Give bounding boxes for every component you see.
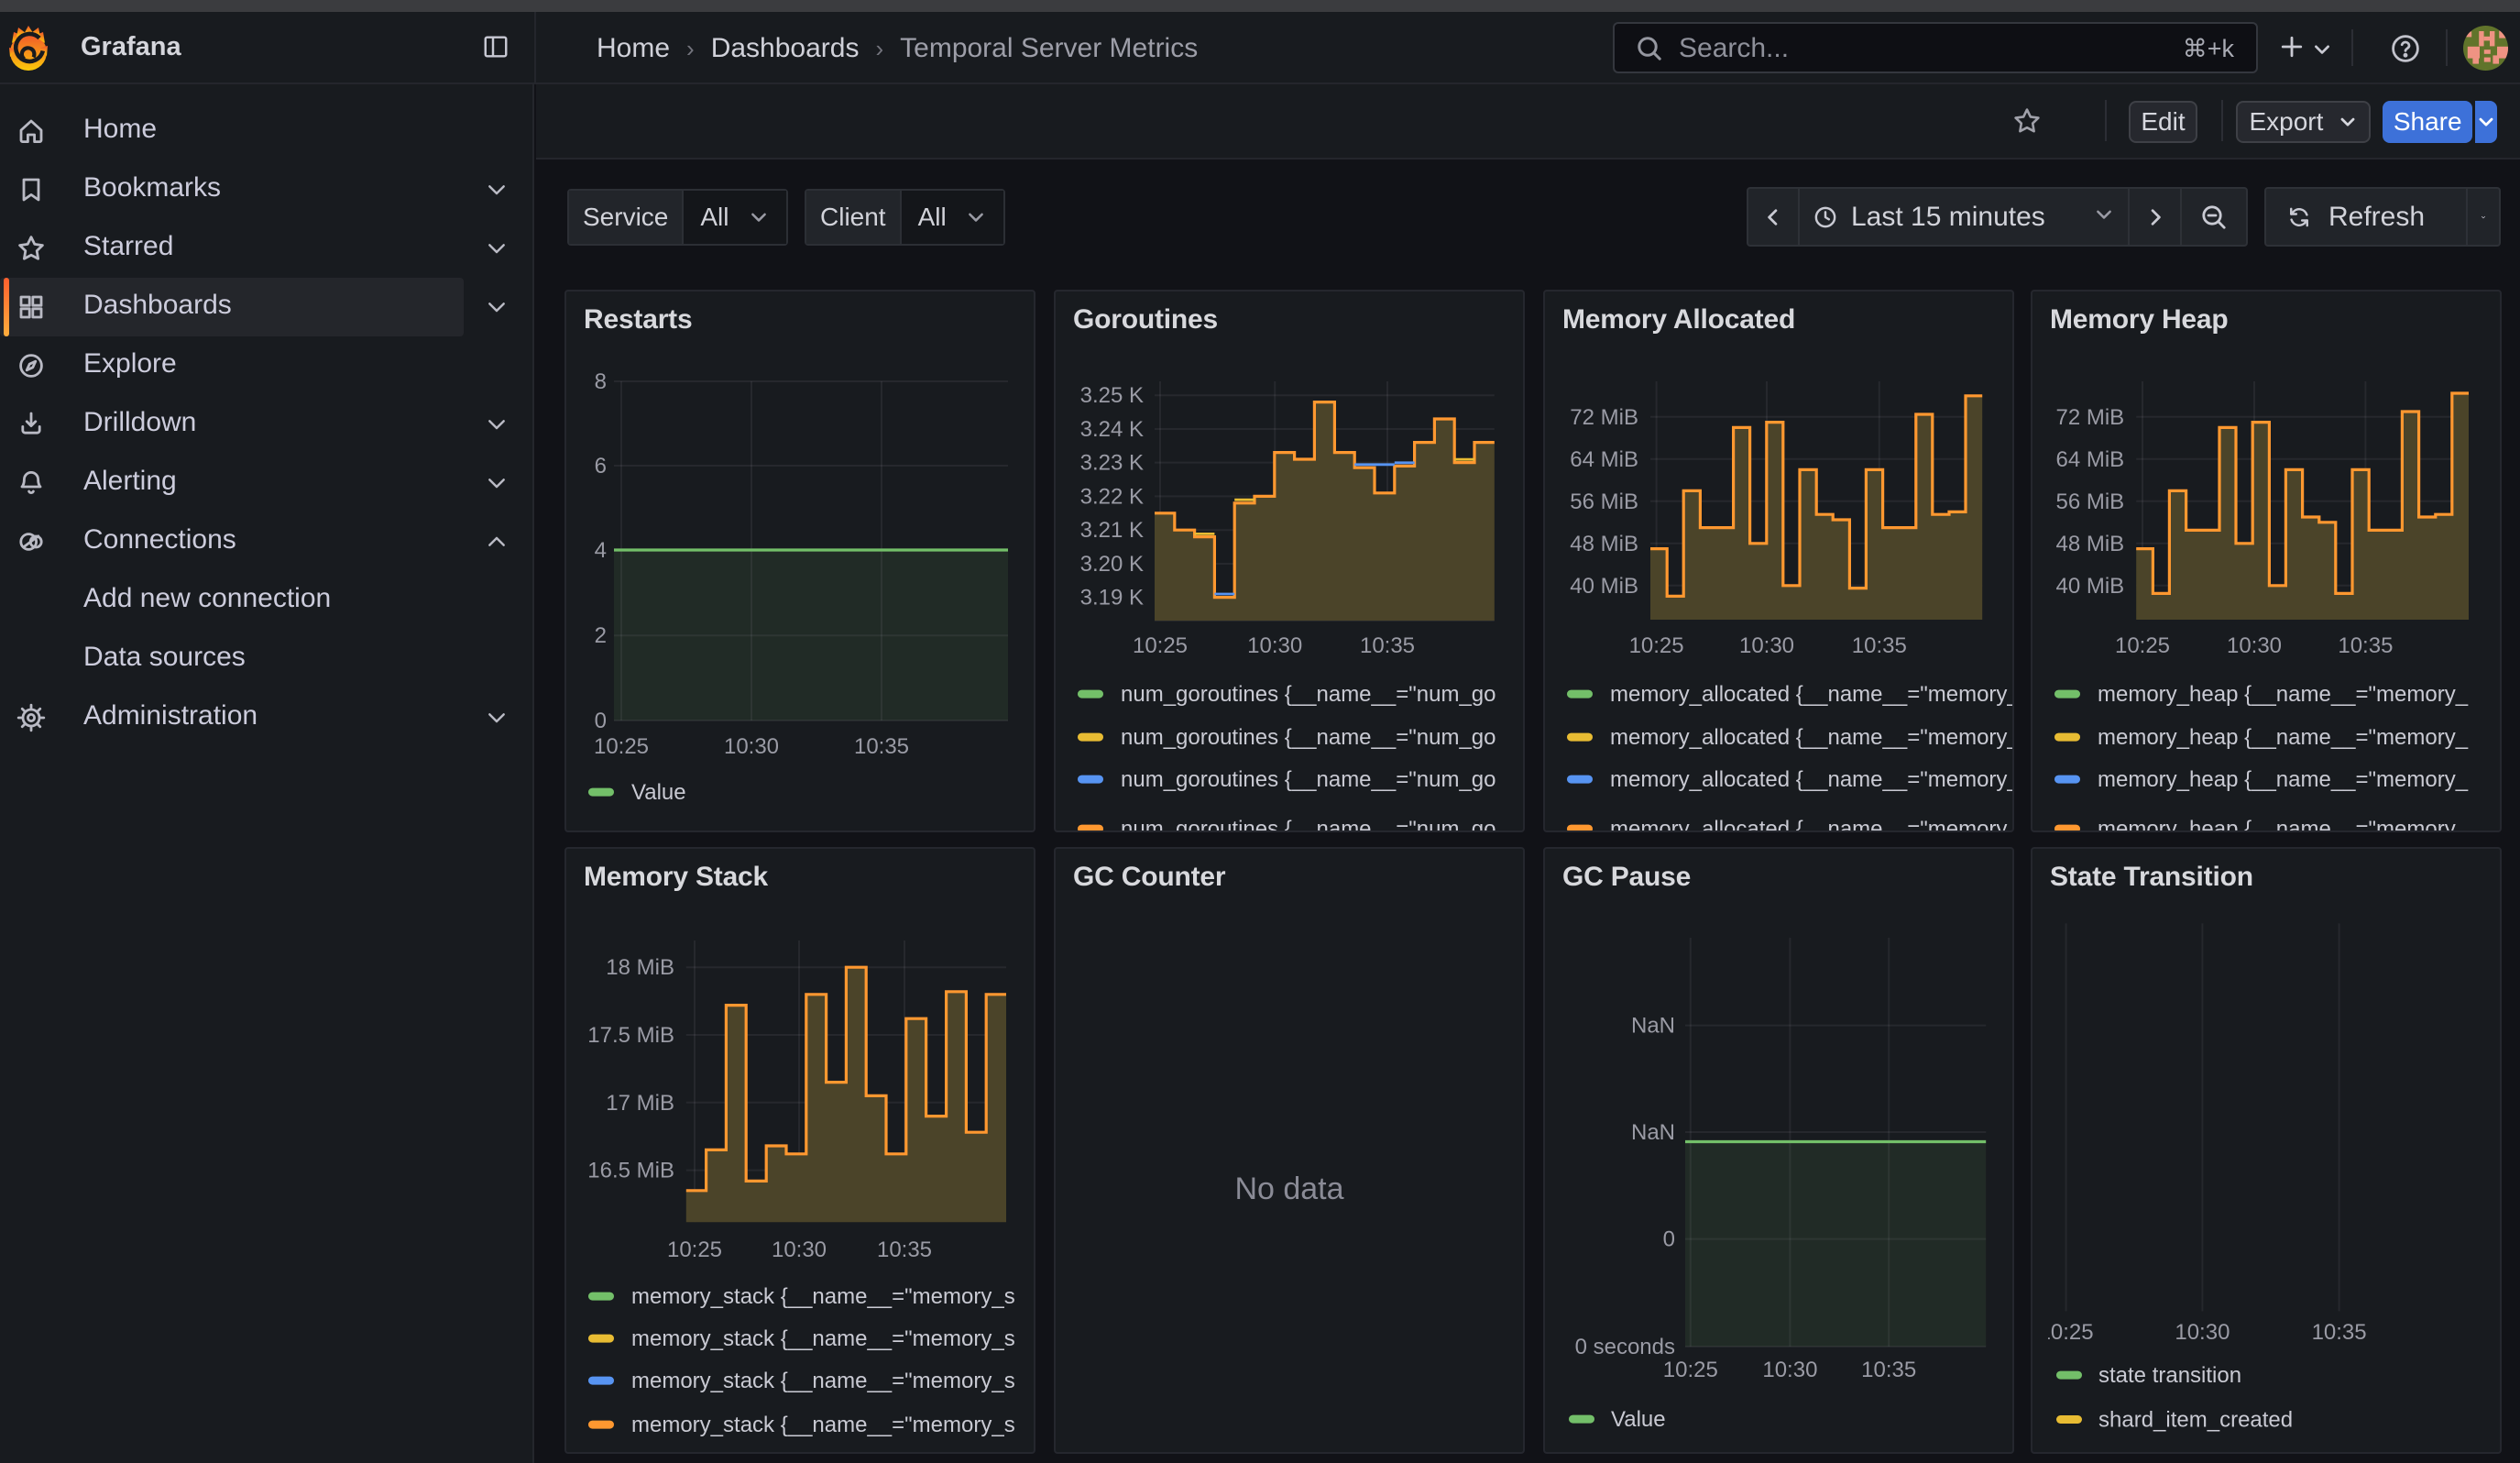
svg-text:6: 6: [595, 454, 607, 478]
svg-text:3.22 K: 3.22 K: [1080, 484, 1144, 509]
svg-text:3.19 K: 3.19 K: [1080, 586, 1144, 610]
svg-text:memory_stack {__name__="memory: memory_stack {__name__="memory_s: [631, 1413, 1015, 1437]
svg-text:10:25: 10:25: [667, 1238, 722, 1262]
svg-text:memory_heap {__name__="memory_: memory_heap {__name__="memory_: [2098, 817, 2469, 832]
svg-text:3.21 K: 3.21 K: [1080, 518, 1144, 543]
svg-text:memory_stack {__name__="memory: memory_stack {__name__="memory_s: [631, 1326, 1015, 1351]
svg-text:8: 8: [595, 369, 607, 394]
svg-text:10:25: 10:25: [1663, 1358, 1718, 1382]
svg-text:10:25: 10:25: [1629, 633, 1684, 658]
svg-text:Value: Value: [1611, 1407, 1666, 1432]
svg-text:10:30: 10:30: [772, 1238, 827, 1262]
svg-text:72 MiB: 72 MiB: [1570, 405, 1638, 430]
svg-text:3.23 K: 3.23 K: [1080, 451, 1144, 476]
svg-text:num_goroutines {__name__="num_: num_goroutines {__name__="num_go: [1121, 725, 1496, 750]
svg-text:memory_stack {__name__="memory: memory_stack {__name__="memory_s: [631, 1284, 1015, 1309]
svg-text:NaN: NaN: [1631, 1014, 1675, 1039]
svg-text:3.25 K: 3.25 K: [1080, 383, 1144, 408]
svg-text:10:25: 10:25: [2115, 633, 2170, 658]
svg-text:10:30: 10:30: [1247, 633, 1302, 658]
svg-text:4: 4: [595, 538, 607, 563]
svg-text:10:30: 10:30: [724, 734, 779, 759]
svg-text:num_goroutines {__name__="num_: num_goroutines {__name__="num_go: [1121, 767, 1496, 792]
svg-text:0 seconds: 0 seconds: [1575, 1335, 1675, 1359]
svg-text:17.5 MiB: 17.5 MiB: [587, 1023, 674, 1048]
svg-text:16.5 MiB: 16.5 MiB: [587, 1159, 674, 1183]
svg-text:num_goroutines {__name__="num_: num_goroutines {__name__="num_go: [1121, 682, 1496, 707]
svg-text:memory_heap {__name__="memory_: memory_heap {__name__="memory_: [2098, 725, 2469, 750]
svg-text:10:30: 10:30: [2227, 633, 2282, 658]
svg-text:state transition: state transition: [2098, 1363, 2241, 1388]
svg-text:10:25: 10:25: [594, 734, 649, 759]
svg-text:10:30: 10:30: [1739, 633, 1794, 658]
svg-text:2: 2: [595, 623, 607, 648]
svg-text:10:25: 10:25: [1133, 633, 1188, 658]
svg-text:48 MiB: 48 MiB: [2055, 532, 2124, 556]
svg-text:Value: Value: [631, 780, 686, 805]
svg-text:num_goroutines {__name__="num_: num_goroutines {__name__="num_go: [1121, 817, 1496, 832]
svg-text:64 MiB: 64 MiB: [1570, 447, 1638, 472]
svg-text:memory_allocated {__name__="me: memory_allocated {__name__="memory_: [1610, 767, 2014, 792]
svg-text:memory_heap {__name__="memory_: memory_heap {__name__="memory_: [2098, 767, 2469, 792]
svg-text:memory_heap {__name__="memory_: memory_heap {__name__="memory_: [2098, 682, 2469, 707]
svg-text:NaN: NaN: [1631, 1120, 1675, 1145]
svg-text:shard_item_created: shard_item_created: [2098, 1407, 2293, 1432]
svg-text:memory_allocated {__name__="me: memory_allocated {__name__="memory_: [1610, 817, 2014, 832]
svg-text:48 MiB: 48 MiB: [1570, 532, 1638, 556]
svg-text:64 MiB: 64 MiB: [2055, 447, 2124, 472]
svg-text:17 MiB: 17 MiB: [606, 1091, 674, 1116]
svg-text:10:35: 10:35: [2312, 1320, 2367, 1345]
svg-text:10:35: 10:35: [2338, 633, 2393, 658]
svg-text:10:35: 10:35: [1861, 1358, 1916, 1382]
svg-text:3.24 K: 3.24 K: [1080, 417, 1144, 442]
svg-text:0: 0: [1663, 1227, 1675, 1252]
svg-text:3.20 K: 3.20 K: [1080, 552, 1144, 577]
svg-text:56 MiB: 56 MiB: [1570, 490, 1638, 514]
svg-text:memory_allocated {__name__="me: memory_allocated {__name__="memory_: [1610, 682, 2014, 707]
svg-text:0: 0: [595, 709, 607, 733]
svg-text:10:35: 10:35: [877, 1238, 932, 1262]
svg-text:10:30: 10:30: [2175, 1320, 2230, 1345]
svg-text:memory_stack {__name__="memory: memory_stack {__name__="memory_s: [631, 1369, 1015, 1393]
svg-text:56 MiB: 56 MiB: [2055, 490, 2124, 514]
svg-text:memory_allocated {__name__="me: memory_allocated {__name__="memory_: [1610, 725, 2014, 750]
svg-text:10:35: 10:35: [854, 734, 909, 759]
svg-text:10:35: 10:35: [1360, 633, 1415, 658]
svg-text:40 MiB: 40 MiB: [2055, 574, 2124, 599]
svg-text:40 MiB: 40 MiB: [1570, 574, 1638, 599]
svg-text:72 MiB: 72 MiB: [2055, 405, 2124, 430]
svg-text:10:25: 10:25: [2039, 1320, 2094, 1345]
svg-text:10:35: 10:35: [1852, 633, 1907, 658]
svg-text:10:30: 10:30: [1762, 1358, 1817, 1382]
svg-text:18 MiB: 18 MiB: [606, 955, 674, 980]
